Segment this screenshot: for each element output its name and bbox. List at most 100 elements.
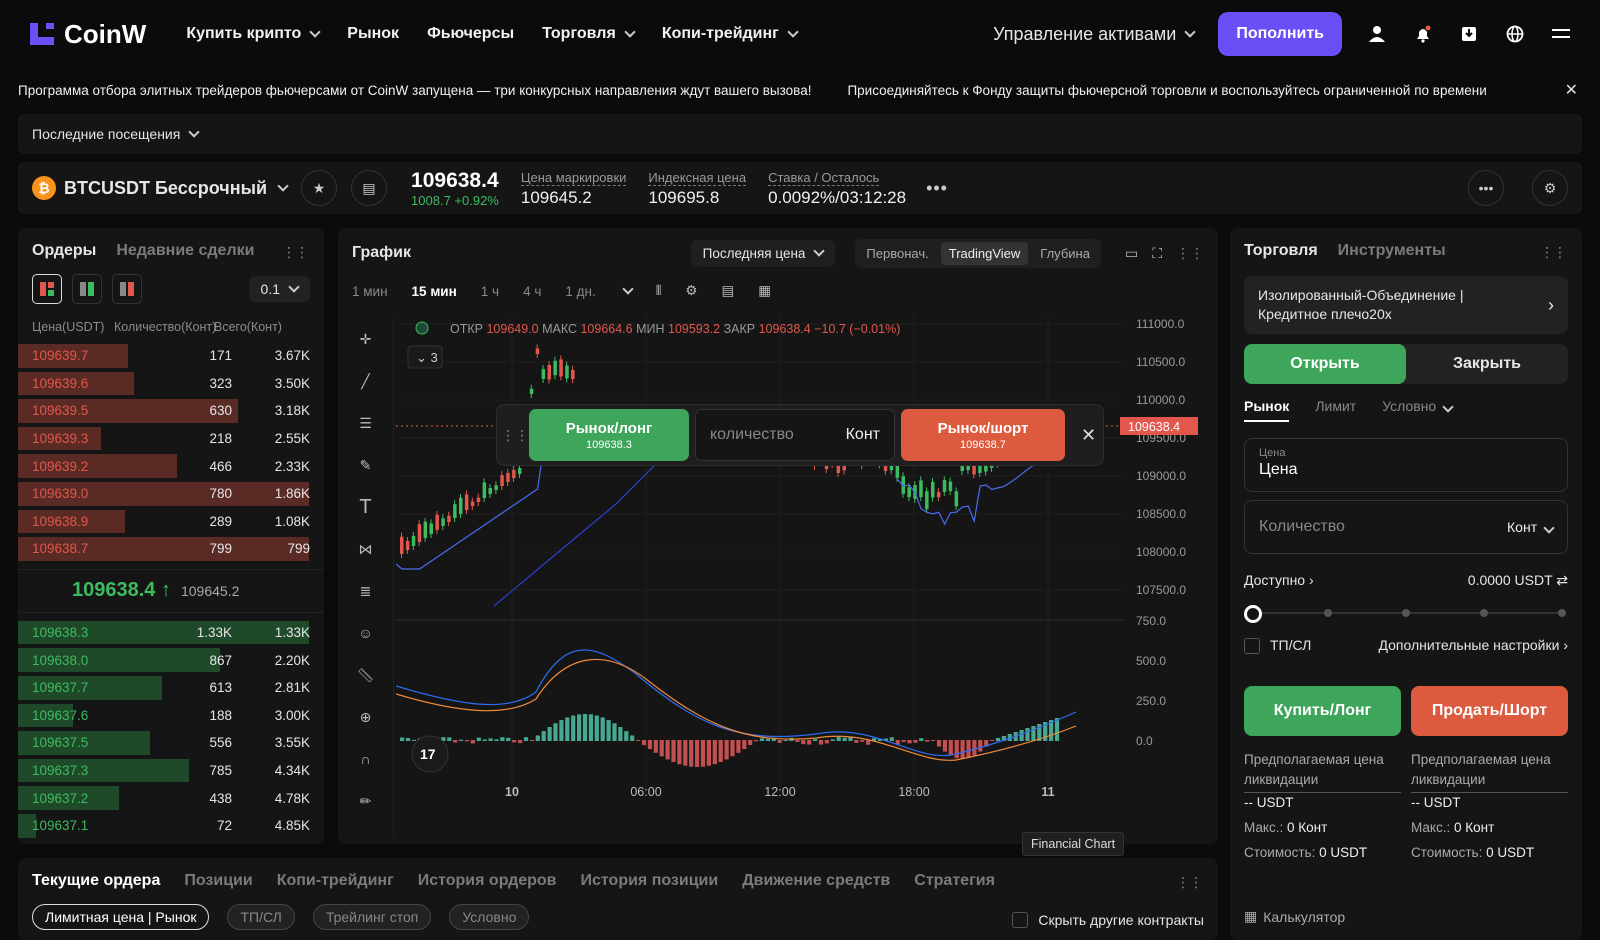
emoji-icon[interactable]: ☺ xyxy=(353,620,379,646)
drag-handle-icon[interactable]: ⋮⋮ xyxy=(1176,874,1203,891)
ask-row[interactable]: 109638.9 289 1.08K xyxy=(18,508,324,536)
ask-row[interactable]: 109639.6 323 3.50K xyxy=(18,370,324,398)
ask-row[interactable]: 109639.5 630 3.18K xyxy=(18,397,324,425)
magnet-icon[interactable]: ∩ xyxy=(353,746,379,772)
fib-icon[interactable]: ≣ xyxy=(353,578,379,604)
ruler-icon[interactable]: 📏︎ xyxy=(353,662,379,688)
fullscreen-icon[interactable]: ⛶ xyxy=(1152,245,1162,262)
slider-mark[interactable] xyxy=(1402,609,1410,617)
market-short-button[interactable]: Рынок/шорт 109638.7 xyxy=(901,409,1065,461)
orderbook-view-both-icon[interactable] xyxy=(32,274,62,304)
bid-row[interactable]: 109638.3 1.33K 1.33K xyxy=(18,619,324,647)
horizontal-lines-icon[interactable]: ☰ xyxy=(353,410,379,436)
calculator-link[interactable]: ▦ Калькулятор xyxy=(1244,908,1345,925)
market-long-button[interactable]: Рынок/лонг 109638.3 xyxy=(529,409,689,461)
ask-row[interactable]: 109638.7 799 799 xyxy=(18,535,324,563)
chart-settings-gear-icon[interactable]: ⚙ xyxy=(685,283,697,299)
nav-buy-crypto[interactable]: Купить крипто xyxy=(186,25,321,43)
funding-rate-label[interactable]: Ставка / Осталось xyxy=(768,170,880,186)
bid-row[interactable]: 109637.3 785 4.34K xyxy=(18,757,324,785)
document-icon[interactable]: ▤ xyxy=(351,170,388,206)
order-type-conditional[interactable]: Условно xyxy=(1382,398,1454,422)
drag-handle-icon[interactable]: ⋮⋮ xyxy=(1176,245,1204,262)
bell-icon[interactable] xyxy=(1412,23,1434,45)
deposit-button[interactable]: Пополнить xyxy=(1218,12,1342,56)
view-tradingview[interactable]: TradingView xyxy=(940,241,1029,265)
bid-row[interactable]: 109637.6 188 3.00K xyxy=(18,702,324,730)
filter-tpsl[interactable]: ТП/СЛ xyxy=(227,904,295,930)
ask-row[interactable]: 109639.0 780 1.86K xyxy=(18,480,324,508)
crosshair-icon[interactable]: ✛ xyxy=(353,326,379,352)
symbol-selector[interactable]: ₿ BTCUSDT Бессрочный xyxy=(32,176,289,200)
order-type-market[interactable]: Рынок xyxy=(1244,398,1290,422)
quantity-unit-select[interactable]: Конт xyxy=(1507,519,1555,535)
favorite-star-icon[interactable]: ★ xyxy=(301,170,338,206)
slider-mark[interactable] xyxy=(1480,609,1488,617)
quick-qty-input[interactable]: количество Конт xyxy=(695,409,895,461)
drag-handle-icon[interactable]: ⋮⋮ xyxy=(1540,244,1567,261)
lock-drawings-icon[interactable]: ✏︎ xyxy=(353,788,379,814)
user-icon[interactable] xyxy=(1366,23,1388,45)
tab-order-history[interactable]: История ордеров xyxy=(418,872,557,890)
announcement-1[interactable]: Программа отбора элитных трейдеров фьюче… xyxy=(18,83,811,98)
hide-other-contracts[interactable]: Скрыть другие контракты xyxy=(1012,912,1204,928)
announcement-2[interactable]: Присоединяйтесь к Фонду защиты фьючерсно… xyxy=(847,83,1486,98)
filter-conditional[interactable]: Условно xyxy=(449,904,530,930)
ask-row[interactable]: 109639.2 466 2.33K xyxy=(18,452,324,480)
tab-strategy[interactable]: Стратегия xyxy=(914,872,995,890)
brush-icon[interactable]: ✎ xyxy=(353,452,379,478)
filter-trailing-stop[interactable]: Трейлинг стоп xyxy=(312,904,432,930)
asset-management-menu[interactable]: Управление активами xyxy=(993,24,1197,45)
brand-logo[interactable]: CoinW xyxy=(28,19,146,50)
view-depth[interactable]: Глубина xyxy=(1032,242,1098,265)
tab-tools[interactable]: Инструменты xyxy=(1338,242,1446,260)
drag-handle-icon[interactable]: ⋮⋮ xyxy=(501,427,529,444)
orderbook-view-bids-icon[interactable] xyxy=(72,274,102,304)
bid-row[interactable]: 109637.1 72 4.85K xyxy=(18,812,324,840)
announcement-ticker[interactable]: Программа отбора элитных трейдеров фьюче… xyxy=(0,76,1600,104)
advanced-settings-link[interactable]: Дополнительные настройки › xyxy=(1378,637,1568,654)
trendline-icon[interactable]: ╱ xyxy=(353,368,379,394)
close-icon[interactable]: ✕ xyxy=(1565,80,1578,100)
candle-type-icon[interactable]: ⫴ xyxy=(656,283,662,299)
slider-mark[interactable] xyxy=(1558,609,1566,617)
tf-4h[interactable]: 4 ч xyxy=(523,284,541,299)
margin-mode-selector[interactable]: Изолированный-Объединение | Кредитное пл… xyxy=(1244,276,1568,334)
globe-icon[interactable] xyxy=(1504,23,1526,45)
price-field[interactable]: Цена Цена xyxy=(1244,438,1568,492)
tab-recent-trades[interactable]: Недавние сделки xyxy=(116,242,254,260)
index-price-label[interactable]: Индексная цена xyxy=(648,170,747,186)
tick-size-select[interactable]: 0.1 xyxy=(248,276,310,302)
menu-icon[interactable] xyxy=(1550,23,1572,45)
drag-handle-icon[interactable]: ⋮⋮ xyxy=(282,244,309,261)
bid-row[interactable]: 109637.2 438 4.78K xyxy=(18,784,324,812)
quantity-slider[interactable] xyxy=(1244,603,1568,623)
tab-position-history[interactable]: История позиции xyxy=(581,872,719,890)
calendar-icon[interactable]: ▦ xyxy=(758,283,771,299)
close-position-button[interactable]: Закрыть xyxy=(1406,344,1568,384)
transfer-icon[interactable]: ⇄ xyxy=(1556,572,1568,588)
price-source-select[interactable]: Последняя цена xyxy=(690,239,836,267)
slider-handle[interactable] xyxy=(1244,605,1262,623)
chevron-down-icon[interactable] xyxy=(622,283,634,295)
bid-row[interactable]: 109637.5 556 3.55K xyxy=(18,729,324,757)
zoom-in-icon[interactable]: ⊕ xyxy=(353,704,379,730)
price-chart[interactable]: 111000.0110500.0110000.0109500.0109000.0… xyxy=(396,314,1214,840)
nav-market[interactable]: Рынок xyxy=(347,25,399,43)
tf-1h[interactable]: 1 ч xyxy=(481,284,499,299)
order-type-limit[interactable]: Лимит xyxy=(1315,398,1356,422)
slider-mark[interactable] xyxy=(1324,609,1332,617)
more-options-icon[interactable]: ••• xyxy=(1468,170,1504,206)
quantity-field[interactable]: Количество Конт xyxy=(1244,500,1568,554)
tab-fund-flow[interactable]: Движение средств xyxy=(742,872,890,890)
ask-row[interactable]: 109639.3 218 2.55K xyxy=(18,425,324,453)
download-icon[interactable] xyxy=(1458,23,1480,45)
nav-trade[interactable]: Торговля xyxy=(542,25,636,43)
available-label[interactable]: Доступно › xyxy=(1244,572,1314,589)
window-icon[interactable]: ▭ xyxy=(1125,245,1138,262)
nav-copy-trading[interactable]: Копи-трейдинг xyxy=(662,25,799,43)
bid-row[interactable]: 109638.0 867 2.20K xyxy=(18,646,324,674)
tab-copy-trading[interactable]: Копи-трейдинг xyxy=(277,872,394,890)
tab-trade[interactable]: Торговля xyxy=(1244,242,1318,260)
pattern-icon[interactable]: ⋈ xyxy=(353,536,379,562)
